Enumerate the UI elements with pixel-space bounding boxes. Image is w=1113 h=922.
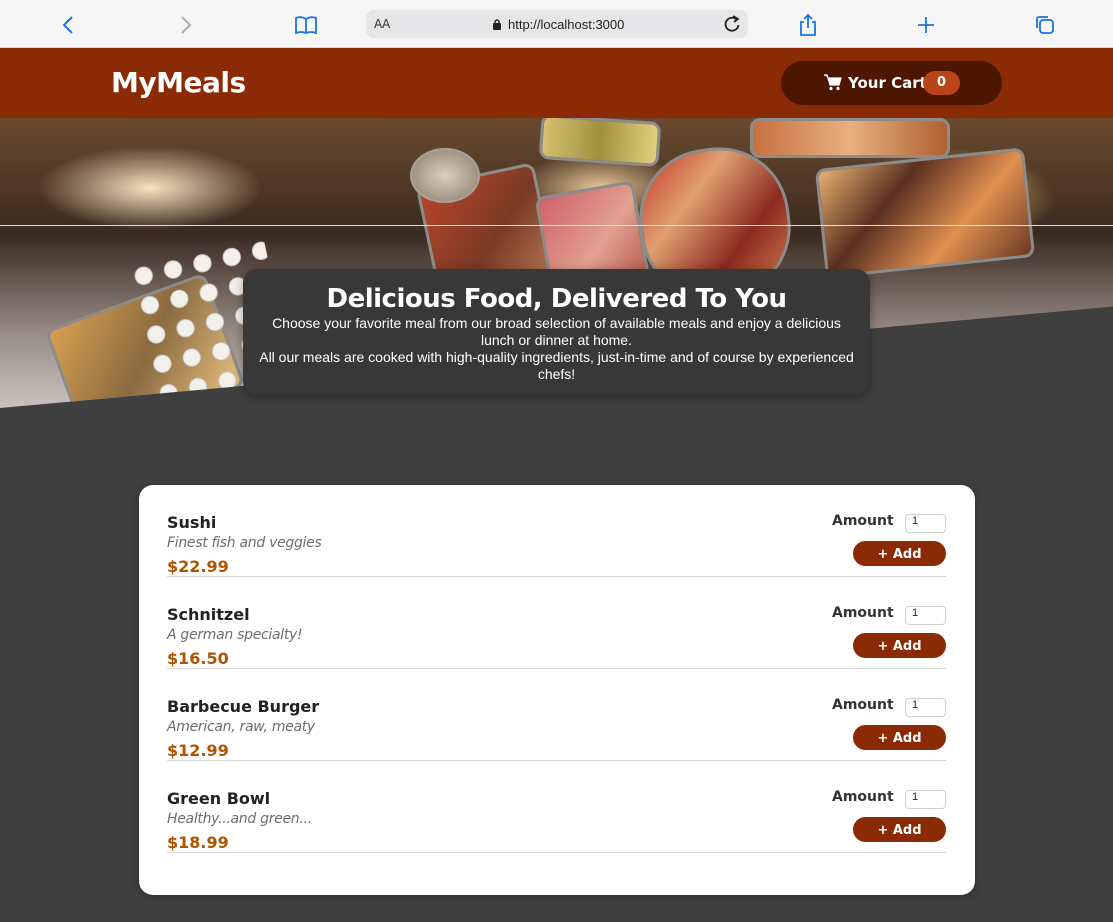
meal-name: Schnitzel bbox=[167, 605, 250, 624]
text-size-button[interactable]: AA bbox=[374, 17, 390, 31]
summary-title: Delicious Food, Delivered To You bbox=[326, 284, 788, 314]
meals-summary: Delicious Food, Delivered To You Choose … bbox=[243, 269, 870, 395]
meal-description: Finest fish and veggies bbox=[167, 535, 322, 551]
add-to-cart-button[interactable]: + Add bbox=[853, 633, 946, 658]
summary-paragraph-2: All our meals are cooked with high-quali… bbox=[259, 349, 854, 382]
add-to-cart-button[interactable]: + Add bbox=[853, 541, 946, 566]
amount-input[interactable]: 1 bbox=[905, 790, 946, 809]
meal-price: $18.99 bbox=[167, 833, 229, 852]
meal-item-green-bowl: Green Bowl Healthy...and green... $18.99… bbox=[167, 761, 946, 853]
amount-label: Amount bbox=[832, 697, 894, 713]
meal-description: Healthy...and green... bbox=[167, 811, 312, 827]
lock-icon bbox=[492, 18, 502, 36]
amount-input[interactable]: 1 bbox=[905, 514, 946, 533]
share-icon[interactable] bbox=[795, 12, 821, 38]
meal-price: $16.50 bbox=[167, 649, 229, 668]
meal-name: Green Bowl bbox=[167, 789, 271, 808]
tabs-icon[interactable] bbox=[1032, 12, 1058, 38]
add-to-cart-button[interactable]: + Add bbox=[853, 817, 946, 842]
brand-title: MyMeals bbox=[111, 66, 246, 99]
reload-icon[interactable] bbox=[722, 14, 742, 39]
cart-count-badge: 0 bbox=[923, 71, 960, 95]
address-bar[interactable]: AA http://localhost:3000 bbox=[366, 10, 748, 38]
summary-paragraph-1: Choose your favorite meal from our broad… bbox=[272, 315, 841, 348]
meal-description: American, raw, meaty bbox=[167, 719, 315, 735]
meal-description: A german specialty! bbox=[167, 627, 303, 643]
amount-label: Amount bbox=[832, 605, 894, 621]
add-to-cart-button[interactable]: + Add bbox=[853, 725, 946, 750]
back-icon[interactable] bbox=[55, 12, 81, 38]
url-text[interactable]: http://localhost:3000 bbox=[508, 17, 624, 32]
amount-input[interactable]: 1 bbox=[905, 698, 946, 717]
meal-item-barbecue-burger: Barbecue Burger American, raw, meaty $12… bbox=[167, 669, 946, 761]
cart-button[interactable]: Your Cart 0 bbox=[781, 61, 1002, 105]
meal-price: $22.99 bbox=[167, 557, 229, 576]
browser-toolbar: AA http://localhost:3000 bbox=[0, 0, 1113, 48]
cart-label: Your Cart bbox=[848, 74, 927, 92]
app-header: MyMeals Your Cart 0 bbox=[0, 48, 1113, 118]
available-meals-list: Sushi Finest fish and veggies $22.99 Amo… bbox=[139, 485, 975, 895]
bookmarks-icon[interactable] bbox=[293, 12, 319, 38]
amount-label: Amount bbox=[832, 789, 894, 805]
cart-icon bbox=[824, 74, 842, 96]
meal-item-sushi: Sushi Finest fish and veggies $22.99 Amo… bbox=[167, 485, 946, 577]
meal-item-schnitzel: Schnitzel A german specialty! $16.50 Amo… bbox=[167, 577, 946, 669]
meal-name: Sushi bbox=[167, 513, 217, 532]
amount-label: Amount bbox=[832, 513, 894, 529]
new-tab-icon[interactable] bbox=[913, 12, 939, 38]
meal-price: $12.99 bbox=[167, 741, 229, 760]
forward-icon[interactable] bbox=[173, 12, 199, 38]
meal-name: Barbecue Burger bbox=[167, 697, 320, 716]
amount-input[interactable]: 1 bbox=[905, 606, 946, 625]
